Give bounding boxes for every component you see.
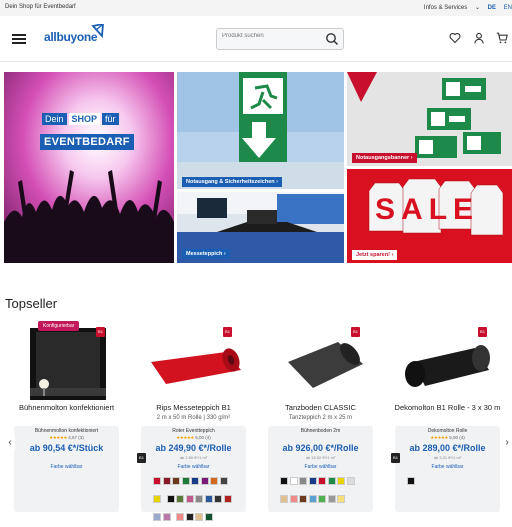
color-swatches xyxy=(280,473,362,509)
product-card[interactable]: Dekomolton B1 Rolle - 3 x 30 m Dekomolto… xyxy=(385,318,510,512)
chevron-right-icon: › xyxy=(223,251,226,257)
tile-messeteppich-label: Messeteppich › xyxy=(182,249,230,259)
color-selectable-link[interactable]: Farbe wählbar xyxy=(268,464,373,470)
product-card[interactable]: Rips Messeteppich B1 2 m x 50 m Rolle | … xyxy=(131,318,256,521)
product-image xyxy=(288,342,363,388)
hero-main-banner[interactable]: Dein SHOP für EVENTBEDARF xyxy=(4,72,174,263)
hero-line2: EVENTBEDARF xyxy=(40,134,134,150)
tile-sale[interactable]: SALE Jetzt sparen! › xyxy=(347,169,512,263)
logo[interactable]: allbuyone xyxy=(44,30,98,44)
product-name[interactable]: Bühnenmolton konfektioniert xyxy=(4,403,129,412)
lang-de[interactable]: DE xyxy=(488,5,496,11)
product-price-card: Bühnenboden 2m ab 926,00 €*/Rolle ab 18,… xyxy=(268,426,373,512)
chevron-right-icon: › xyxy=(276,179,279,185)
product-price-card: Dekomolton Rolle ★★★★★ 5,00 (4) ab 289,0… xyxy=(395,426,500,512)
concert-image xyxy=(4,72,174,263)
search-icon[interactable] xyxy=(325,32,339,46)
product-price-card: Roter Eventteppich ★★★★★ 5,00 (4) ab 249… xyxy=(141,426,246,521)
unit-price: ab 2,50 €*/1 m² xyxy=(179,455,208,460)
tile-notausgang-label: Notausgang & Sicherheitszeichen › xyxy=(182,177,283,187)
product-price-card: Bühnenmolton konfektioniert ★★★★★ 4,67 (… xyxy=(14,426,119,512)
b1-badge-icon: B1 xyxy=(478,327,487,337)
color-swatches xyxy=(407,473,489,491)
tile-sale-label: Jetzt sparen! › xyxy=(352,250,398,260)
sale-text: SALE xyxy=(375,193,480,226)
rating: ★★★★★ 5,00 (4) xyxy=(430,435,465,440)
product-price: ab 90,54 €*/Stück xyxy=(29,443,104,453)
b1-badge-icon: B1 xyxy=(391,453,400,463)
heart-icon[interactable] xyxy=(449,32,461,44)
product-card[interactable]: Bühnenmolton konfektioniert Bühnenmolton… xyxy=(4,318,129,512)
cart-icon[interactable] xyxy=(496,32,508,44)
color-selectable-link[interactable]: Farbe wählbar xyxy=(395,464,500,470)
b1-badge-icon: B1 xyxy=(137,453,146,463)
product-price: ab 249,90 €*/Rolle xyxy=(155,443,232,453)
product-image xyxy=(30,328,106,400)
tagline: Dein Shop für Eventbedarf xyxy=(5,4,76,10)
product-card[interactable]: Tanzboden CLASSIC Tanzteppich 2 m x 25 m… xyxy=(258,318,383,512)
chevron-down-icon: ⌄ xyxy=(474,5,480,11)
exit-banner-image xyxy=(347,72,512,166)
product-image xyxy=(151,348,241,384)
tile-notausgang[interactable]: Notausgang & Sicherheitszeichen › xyxy=(177,72,344,189)
lang-en[interactable]: EN xyxy=(504,5,512,11)
product-card-title: Dekomolton Rolle xyxy=(427,428,468,434)
chevron-right-icon: › xyxy=(391,252,394,258)
hero-line1: Dein SHOP für xyxy=(42,113,119,125)
unit-price: ab 3,21 €*/1 m² xyxy=(433,455,462,460)
search-box[interactable] xyxy=(216,28,344,50)
unit-price: ab 18,52 €*/1 m² xyxy=(305,455,336,460)
product-card-title: Bühnenboden 2m xyxy=(300,428,341,434)
section-title: Topseller xyxy=(5,296,58,311)
product-name[interactable]: Tanzboden CLASSIC xyxy=(258,403,383,412)
user-icon[interactable] xyxy=(473,32,485,44)
carousel-next-button[interactable]: › xyxy=(502,436,512,450)
color-selectable-link[interactable]: Farbe wählbar xyxy=(14,464,119,470)
configurable-badge: Konfigurierbar xyxy=(38,321,80,331)
carousel-prev-button[interactable]: ‹ xyxy=(5,436,15,450)
product-price: ab 289,00 €*/Rolle xyxy=(409,443,486,453)
exit-sign-image xyxy=(177,72,344,189)
product-image xyxy=(405,345,490,387)
infos-services-link[interactable]: Infos & Services ⌄ xyxy=(418,5,480,11)
product-name[interactable]: Rips Messeteppich B1 xyxy=(131,403,256,412)
rating: ★★★★★ 4,67 (3) xyxy=(49,435,84,440)
b1-badge-icon: B1 xyxy=(96,327,105,337)
menu-icon[interactable] xyxy=(12,34,26,44)
tile-notausgangsbanner[interactable]: Notausgangsbanner › xyxy=(347,72,512,166)
star-icon: ★★★★★ xyxy=(430,435,448,440)
product-card-title: Roter Eventteppich xyxy=(172,428,215,434)
chevron-right-icon: › xyxy=(410,155,413,161)
tile-banner-label: Notausgangsbanner › xyxy=(352,153,417,163)
star-icon: ★★★★★ xyxy=(49,435,67,440)
product-subtitle: 2 m x 50 m Rolle | 330 g/m² xyxy=(156,415,231,421)
color-swatches xyxy=(153,473,235,527)
product-name[interactable]: Dekomolton B1 Rolle - 3 x 30 m xyxy=(385,403,510,412)
top-bar: Dein Shop für Eventbedarf Infos & Servic… xyxy=(0,0,512,16)
rating: ★★★★★ 5,00 (4) xyxy=(176,435,211,440)
b1-badge-icon: B1 xyxy=(351,327,360,337)
site-header: allbuyone xyxy=(0,16,512,62)
search-input[interactable] xyxy=(222,33,322,39)
product-price: ab 926,00 €*/Rolle xyxy=(282,443,359,453)
b1-badge-icon: B1 xyxy=(223,327,232,337)
product-subtitle: Tanzteppich 2 m x 25 m xyxy=(288,415,353,421)
star-icon: ★★★★★ xyxy=(176,435,194,440)
tile-messeteppich[interactable]: Messeteppich › xyxy=(177,192,344,263)
color-selectable-link[interactable]: Farbe wählbar xyxy=(141,464,246,470)
logo-mark-icon xyxy=(91,24,104,39)
product-card-title: Bühnenmolton konfektioniert xyxy=(34,428,99,434)
